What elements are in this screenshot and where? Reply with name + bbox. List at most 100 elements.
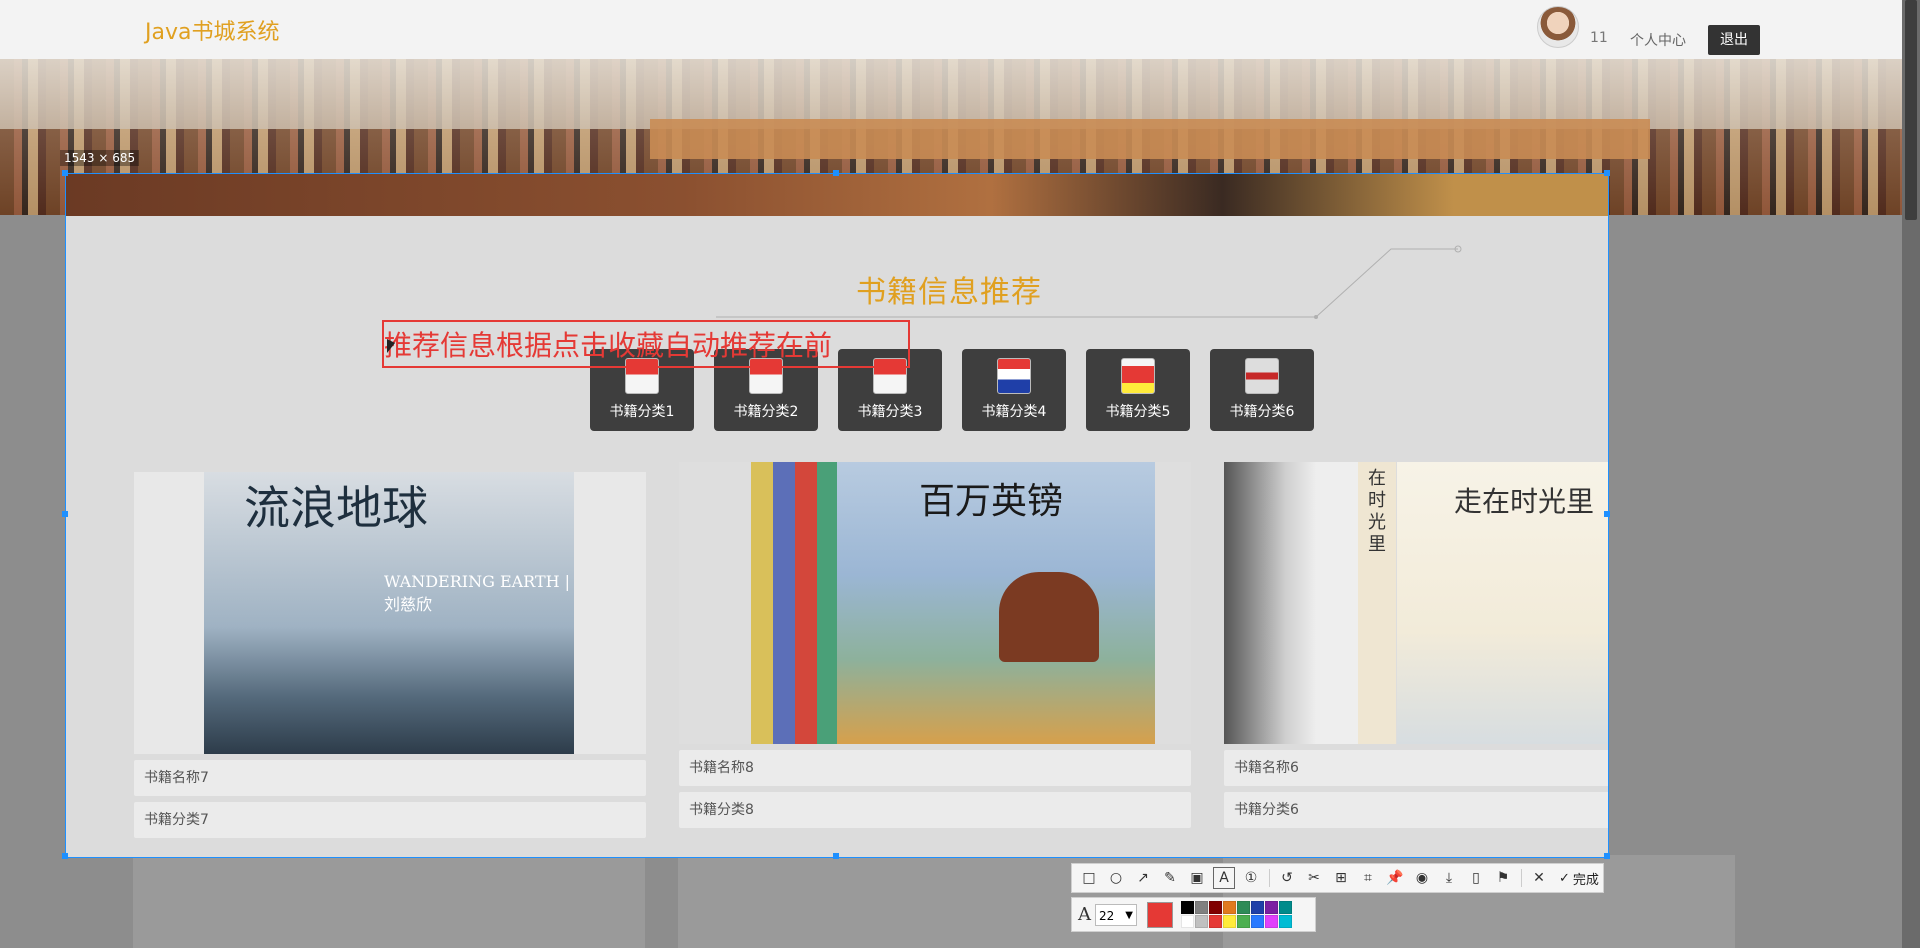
page-scrollbar[interactable] [1902,0,1920,948]
mouse-cursor-icon [387,339,395,353]
book-card[interactable]: 流浪地球 WANDERING EARTH | 刘慈欣 书籍名称7 书籍分类7 [134,472,646,838]
done-button[interactable]: ✓ 完成 [1559,869,1599,888]
cover-illustration [999,572,1099,662]
section-title: 书籍信息推荐 [856,275,1042,310]
color-swatch[interactable] [1237,915,1250,928]
color-swatch[interactable] [1223,915,1236,928]
username-label: 11 [1590,30,1608,46]
color-swatch[interactable] [1195,901,1208,914]
current-color-swatch[interactable] [1147,901,1173,928]
book-name: 书籍名称7 [134,760,646,796]
screenshot-toolbar: □ ○ ↗ ✎ ▣ A ① ↺ ✂ ⊞ ⌗ 📌 ◉ ⤓ ▯ ⚑ ✕ ✓ 完成 [1071,863,1604,893]
selection-handle[interactable] [1604,853,1610,859]
spine-title: 在时光里 [1368,468,1386,555]
book-cover[interactable]: 在时光里 走在时光里 [1224,462,1608,744]
top-navbar: Java书城系统 11 个人中心 退出 [0,0,1920,60]
book-spine [773,462,795,744]
selection-handle[interactable] [833,170,839,176]
selection-handle[interactable] [62,511,68,517]
bookmark-icon[interactable]: ⚑ [1492,867,1514,889]
selection-handle[interactable] [62,170,68,176]
font-size-icon: A [1078,904,1091,925]
color-swatch[interactable] [1181,915,1194,928]
arrow-icon[interactable]: ↗ [1132,867,1154,889]
cut-icon[interactable]: ✂ [1303,867,1325,889]
selection-handle[interactable] [62,853,68,859]
color-swatch[interactable] [1279,915,1292,928]
book-name: 书籍名称8 [679,750,1191,786]
color-swatch[interactable] [1209,915,1222,928]
color-palette [1181,901,1292,928]
done-label: 完成 [1572,872,1599,888]
selection-handle[interactable] [1604,511,1610,517]
color-swatch[interactable] [1251,901,1264,914]
category-thumbnail [997,358,1031,394]
book-spine [795,462,817,744]
undo-icon[interactable]: ↺ [1276,867,1298,889]
pin-icon[interactable]: 📌 [1384,867,1406,889]
category-label: 书籍分类1 [609,404,675,420]
book-spine [751,462,773,744]
close-icon[interactable]: ✕ [1528,867,1550,889]
check-icon: ✓ [1559,870,1570,886]
color-swatch[interactable] [1223,901,1236,914]
ocr-icon[interactable]: ⊞ [1330,867,1352,889]
category-label: 书籍分类2 [733,404,799,420]
selection-handle[interactable] [833,853,839,859]
pen-icon[interactable]: ✎ [1159,867,1181,889]
site-brand[interactable]: Java书城系统 [145,14,279,46]
rectangle-icon[interactable]: □ [1078,867,1100,889]
record-icon[interactable]: ◉ [1411,867,1433,889]
toolbar-divider [1521,869,1522,887]
book-cover[interactable]: 百万英镑 [679,462,1191,744]
download-icon[interactable]: ⤓ [1438,867,1460,889]
category-item[interactable]: 书籍分类5 [1086,349,1190,431]
long-screenshot-icon[interactable]: ▯ [1465,867,1487,889]
number-icon[interactable]: ① [1240,867,1262,889]
color-swatch[interactable] [1265,915,1278,928]
color-swatch[interactable] [1195,915,1208,928]
color-swatch[interactable] [1209,901,1222,914]
translate-icon[interactable]: ⌗ [1357,867,1379,889]
banner-image-strip [66,174,1608,216]
selection-handle[interactable] [1604,170,1610,176]
chevron-down-icon: ▼ [1125,909,1133,921]
book-card[interactable]: 百万英镑 书籍名称8 书籍分类8 [679,462,1191,828]
scrollbar-thumb[interactable] [1905,0,1917,220]
text-annotation[interactable]: 推荐信息根据点击收藏自动推荐在前 [384,324,832,364]
color-swatch[interactable] [1279,901,1292,914]
book-category: 书籍分类7 [134,802,646,838]
book-spine [817,462,837,744]
category-thumbnail [1245,358,1279,394]
color-swatch[interactable] [1237,901,1250,914]
banner-desk-decor [650,119,1650,159]
book-card-dimmed [133,855,645,948]
profile-link[interactable]: 个人中心 [1630,30,1686,50]
category-item[interactable]: 书籍分类6 [1210,349,1314,431]
mosaic-icon[interactable]: ▣ [1186,867,1208,889]
cover-title: 百万英镑 [919,481,1064,522]
book-category: 书籍分类6 [1224,792,1608,828]
book-card[interactable]: 在时光里 走在时光里 书籍名称6 书籍分类6 [1224,462,1608,828]
logout-button[interactable]: 退出 [1708,25,1760,55]
selection-size-label: 1543 × 685 [60,150,140,166]
font-size-select[interactable]: 22 ▼ [1095,903,1137,926]
category-label: 书籍分类4 [981,404,1047,420]
ellipse-icon[interactable]: ○ [1105,867,1127,889]
text-icon[interactable]: A [1213,867,1235,889]
color-swatch[interactable] [1251,915,1264,928]
book-cover[interactable]: 流浪地球 WANDERING EARTH | 刘慈欣 [134,472,646,754]
category-thumbnail [1121,358,1155,394]
cover-title: 走在时光里 [1454,485,1595,518]
category-item[interactable]: 书籍分类4 [962,349,1066,431]
category-label: 书籍分类3 [857,404,923,420]
book-name: 书籍名称6 [1224,750,1608,786]
category-label: 书籍分类5 [1105,404,1171,420]
book-cover-art: 流浪地球 WANDERING EARTH | 刘慈欣 [204,472,574,754]
capture-selection[interactable]: 书籍信息推荐 书籍分类1 书籍分类2 书籍分类3 书籍分类4 书籍分类5 书籍分… [65,173,1609,858]
user-avatar[interactable] [1537,6,1579,48]
color-swatch[interactable] [1181,901,1194,914]
toolbar-divider [1269,869,1270,887]
color-swatch[interactable] [1265,901,1278,914]
category-label: 书籍分类6 [1229,404,1295,420]
